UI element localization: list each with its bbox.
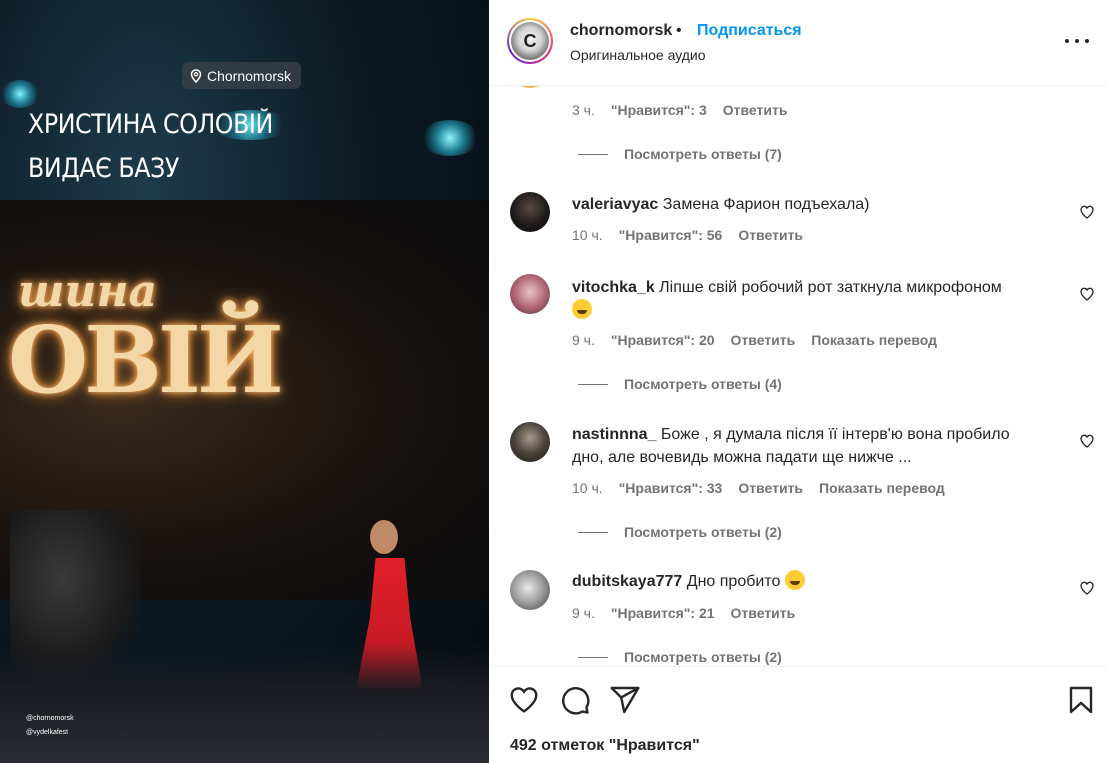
comment-avatar[interactable] — [510, 192, 550, 232]
comment-time[interactable]: 9 ч. — [572, 332, 595, 348]
heart-icon[interactable] — [508, 684, 540, 716]
comment-body-cont: дно, але вочевидь можна падати ще нижче … — [572, 449, 912, 466]
comment-body: Ліпше свій робочий рот заткнула микрофон… — [659, 279, 1002, 296]
comment-time[interactable]: 3 ч. — [572, 102, 595, 118]
view-replies-button[interactable]: Посмотреть ответы (7) — [578, 146, 782, 162]
comment-likes[interactable]: "Нравится": 20 — [611, 332, 715, 348]
replies-line — [578, 383, 608, 385]
view-replies-label: Посмотреть ответы (2) — [624, 649, 782, 665]
replies-line — [578, 531, 608, 533]
stage-light — [420, 120, 480, 156]
reply-button[interactable]: Ответить — [738, 480, 803, 496]
location-pin-icon — [190, 68, 202, 83]
video-caption-line1: ХРИСТИНА СОЛОВІЙ — [28, 109, 273, 140]
credit-line: @vydelkafest — [26, 729, 69, 736]
reply-button[interactable]: Ответить — [731, 605, 796, 621]
comment-avatar[interactable] — [510, 570, 550, 610]
comment-username[interactable]: dubitskaya777 — [572, 573, 682, 590]
audio-label[interactable]: Оригинальное аудио — [570, 47, 706, 63]
author-username[interactable]: chornomorsk — [570, 22, 672, 40]
reply-button[interactable]: Ответить — [731, 332, 796, 348]
view-replies-button[interactable]: Посмотреть ответы (2) — [578, 524, 782, 540]
author-avatar[interactable]: C — [507, 18, 553, 64]
video-credits: @chornomorsk @vydelkafest — [26, 712, 74, 740]
replies-line — [578, 153, 608, 155]
sweat-smile-emoji-icon — [572, 299, 592, 319]
post-header: C chornomorsk • Подписаться Оригинальное… — [489, 0, 1108, 86]
reply-button[interactable]: Ответить — [723, 102, 788, 118]
comment-text: valeriavyac Замена Фарион подъехала) — [572, 193, 1062, 216]
post-media[interactable]: шина ОВІЙ Chornomorsk ХРИСТИНА СОЛОВІЙ В… — [0, 0, 489, 763]
stage-logo-bottom: ОВІЙ — [8, 306, 284, 414]
comment-text: vitochka_k Ліпше свій робочий рот заткну… — [572, 276, 1062, 322]
comment-meta: 10 ч. "Нравится": 33 Ответить Показать п… — [572, 480, 961, 496]
comment-likes[interactable]: "Нравится": 56 — [619, 227, 723, 243]
likes-count[interactable]: 492 отметок "Нравится" — [510, 737, 700, 755]
comment-time[interactable]: 10 ч. — [572, 227, 603, 243]
bookmark-icon[interactable] — [1065, 684, 1097, 716]
heart-icon[interactable] — [1079, 286, 1095, 302]
translate-button[interactable]: Показать перевод — [811, 332, 937, 348]
comment-username[interactable]: valeriavyac — [572, 196, 658, 213]
heart-icon[interactable] — [1079, 204, 1095, 220]
comment-likes[interactable]: "Нравится": 33 — [619, 480, 723, 496]
post-side-panel: C chornomorsk • Подписаться Оригинальное… — [489, 0, 1108, 763]
credit-line: @chornomorsk — [26, 715, 74, 722]
share-icon[interactable] — [609, 684, 641, 716]
comment-body: Дно пробито — [686, 573, 781, 590]
comment-time[interactable]: 10 ч. — [572, 480, 603, 496]
header-separator: • — [676, 22, 682, 39]
comments-list[interactable]: 3 ч. "Нравится": 3 Ответить Посмотреть о… — [489, 86, 1108, 666]
comment-icon[interactable] — [559, 684, 591, 716]
view-replies-label: Посмотреть ответы (2) — [624, 524, 782, 540]
heart-icon[interactable] — [1079, 580, 1095, 596]
replies-line — [578, 656, 608, 658]
video-caption: ХРИСТИНА СОЛОВІЙ ВИДАЄ БАЗУ — [28, 103, 273, 191]
view-replies-label: Посмотреть ответы (4) — [624, 376, 782, 392]
comment-text: nastinnna_ Боже , я думала після її інте… — [572, 423, 1062, 469]
location-label: Chornomorsk — [207, 67, 292, 84]
heart-icon[interactable] — [1079, 433, 1095, 449]
comment-avatar[interactable] — [510, 86, 550, 88]
location-sticker[interactable]: Chornomorsk — [182, 62, 302, 89]
comment-meta: 10 ч. "Нравится": 56 Ответить — [572, 227, 819, 243]
comment-username[interactable]: vitochka_k — [572, 279, 655, 296]
video-caption-line2: ВИДАЄ БАЗУ — [28, 153, 179, 184]
comment-username[interactable]: nastinnna_ — [572, 426, 656, 443]
comment-meta: 9 ч. "Нравится": 20 Ответить Показать пе… — [572, 332, 953, 348]
comment-text: dubitskaya777 Дно пробито — [572, 570, 1062, 593]
stage-logo: шина ОВІЙ — [8, 270, 284, 420]
comment-body: Боже , я думала після її інтерв'ю вона п… — [660, 426, 1010, 443]
post-actions-bar: 492 отметок "Нравится" — [489, 666, 1108, 763]
comment-meta: 9 ч. "Нравится": 21 Ответить — [572, 605, 811, 621]
translate-button[interactable]: Показать перевод — [819, 480, 945, 496]
comment-likes[interactable]: "Нравится": 3 — [611, 102, 707, 118]
comment-meta: 3 ч. "Нравится": 3 Ответить — [572, 102, 803, 118]
view-replies-button[interactable]: Посмотреть ответы (2) — [578, 649, 782, 665]
comment-time[interactable]: 9 ч. — [572, 605, 595, 621]
crowd — [0, 643, 489, 763]
comment-avatar[interactable] — [510, 274, 550, 314]
reply-button[interactable]: Ответить — [738, 227, 803, 243]
comment-likes[interactable]: "Нравится": 21 — [611, 605, 715, 621]
view-replies-button[interactable]: Посмотреть ответы (4) — [578, 376, 782, 392]
grinning-emoji-icon — [784, 570, 805, 590]
follow-button[interactable]: Подписаться — [697, 22, 802, 40]
view-replies-label: Посмотреть ответы (7) — [624, 146, 782, 162]
more-icon[interactable] — [1065, 31, 1089, 51]
comment-body: Замена Фарион подъехала) — [662, 196, 870, 213]
comment-avatar[interactable] — [510, 422, 550, 462]
singer-head — [370, 520, 398, 554]
